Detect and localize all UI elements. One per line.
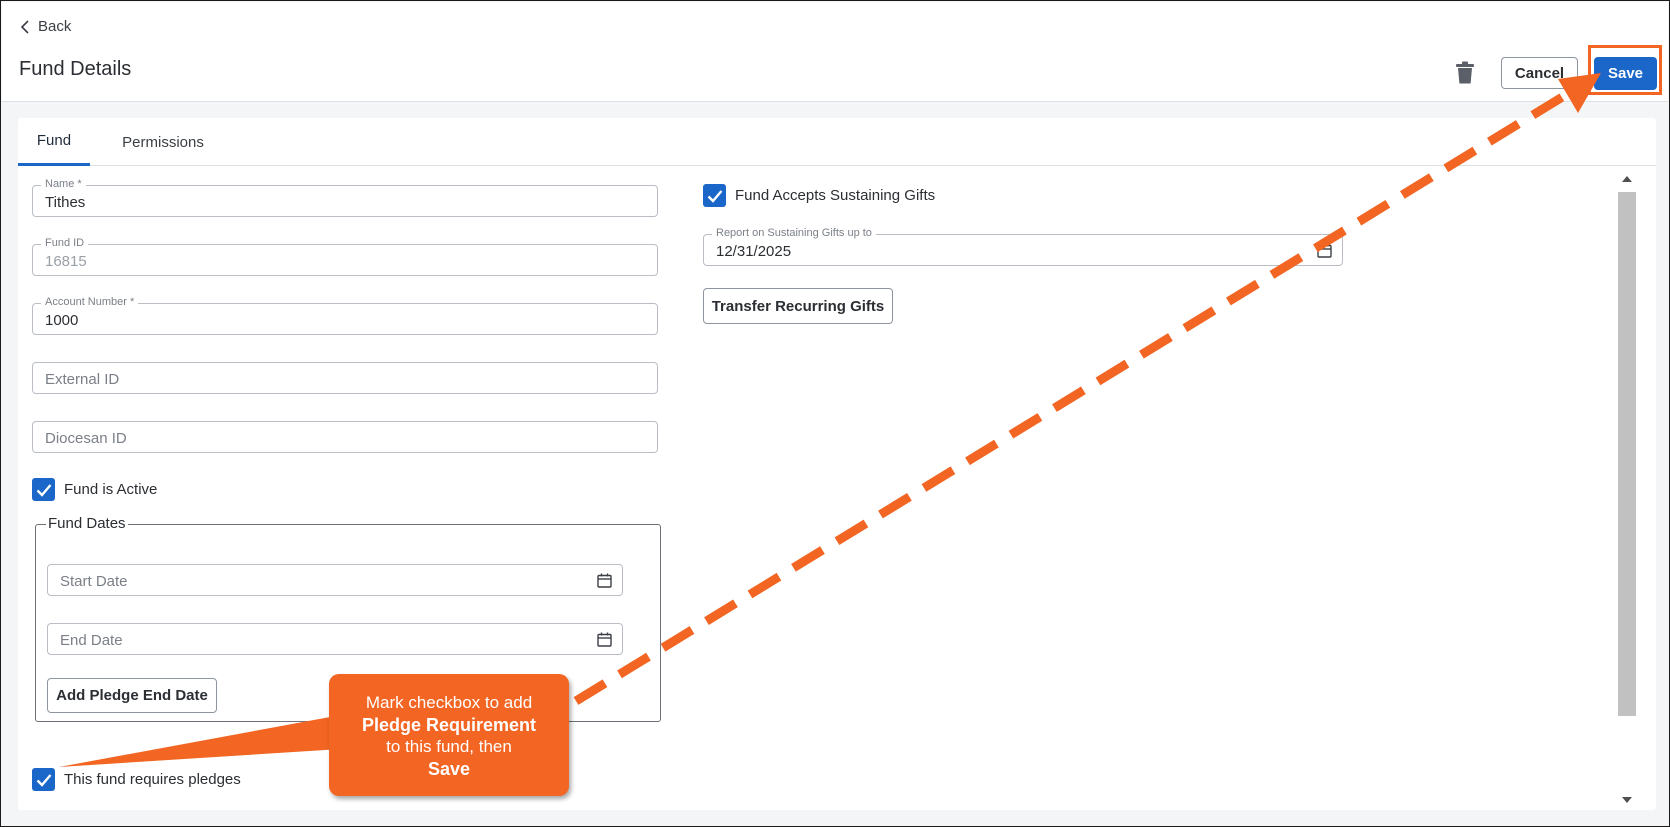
diocesan-id-placeholder: Diocesan ID [45,430,127,447]
back-link[interactable]: Back [20,18,71,35]
delete-button[interactable] [1454,61,1476,85]
calendar-icon[interactable] [597,573,612,588]
fund-id-label: Fund ID [41,237,89,250]
start-date-placeholder: Start Date [60,573,128,590]
save-button[interactable]: Save [1594,57,1657,90]
scroll-down-icon[interactable] [1621,796,1633,804]
report-sustaining-label: Report on Sustaining Gifts up to [712,227,876,240]
fund-id-value: 16815 [45,253,87,270]
tab-bar: Fund Permissions [18,118,1656,166]
tab-permissions[interactable]: Permissions [104,118,222,166]
account-number-field[interactable]: Account Number * 1000 [32,296,658,335]
diocesan-id-field[interactable]: Diocesan ID [32,421,658,453]
tab-fund[interactable]: Fund [18,118,90,166]
transfer-recurring-gifts-button[interactable]: Transfer Recurring Gifts [703,288,893,324]
name-field[interactable]: Name * Tithes [32,178,658,217]
callout-line-3: to this fund, then [386,737,512,756]
callout-line-1: Mark checkbox to add [365,693,533,712]
account-number-label: Account Number * [41,296,139,309]
fund-active-label: Fund is Active [64,481,158,498]
scroll-up-icon[interactable] [1621,175,1633,183]
start-date-field[interactable]: Start Date [47,564,623,596]
external-id-field[interactable]: External ID [32,362,658,394]
callout-line-4: Save [427,759,471,779]
report-sustaining-value: 12/31/2025 [716,243,792,260]
callout-line-2: Pledge Requirement [361,715,537,735]
cancel-button[interactable]: Cancel [1501,57,1578,89]
sustaining-gifts-label: Fund Accepts Sustaining Gifts [735,187,936,204]
end-date-placeholder: End Date [60,632,123,649]
scroll-thumb[interactable] [1618,192,1636,716]
sustaining-gifts-checkbox[interactable] [703,184,726,207]
fund-card: Fund Permissions Name * Tithes Fund ID 1… [18,118,1656,810]
calendar-icon[interactable] [597,632,612,647]
name-value: Tithes [45,194,86,211]
add-pledge-end-date-button[interactable]: Add Pledge End Date [47,678,217,713]
checkmark-icon [707,189,722,203]
calendar-icon[interactable] [1317,243,1332,258]
checkmark-icon [36,483,51,497]
chevron-left-icon [20,19,29,34]
fund-id-field: Fund ID 16815 [32,237,658,276]
instruction-callout: Mark checkbox to add Pledge Requirement … [329,674,569,796]
requires-pledges-checkbox[interactable] [32,768,55,791]
page-title: Fund Details [19,58,132,80]
checkmark-icon [36,773,51,787]
trash-icon [1456,61,1474,84]
app-window: Back Fund Details Cancel Save Fund Permi… [0,0,1670,827]
requires-pledges-label: This fund requires pledges [64,771,241,788]
external-id-placeholder: External ID [45,371,120,388]
fund-active-checkbox[interactable] [32,478,55,501]
page-header: Back Fund Details Cancel Save [2,2,1668,102]
fund-dates-legend: Fund Dates [46,515,128,532]
end-date-field[interactable]: End Date [47,623,623,655]
report-sustaining-date-field[interactable]: Report on Sustaining Gifts up to 12/31/2… [703,227,1343,266]
back-label: Back [38,18,72,35]
sustaining-gifts-checkbox-row[interactable]: Fund Accepts Sustaining Gifts [703,184,935,207]
account-number-value: 1000 [45,312,79,329]
requires-pledges-checkbox-row[interactable]: This fund requires pledges [32,768,241,791]
name-label: Name * [41,178,86,191]
scrollbar[interactable] [1616,167,1638,810]
fund-active-checkbox-row[interactable]: Fund is Active [32,478,157,501]
